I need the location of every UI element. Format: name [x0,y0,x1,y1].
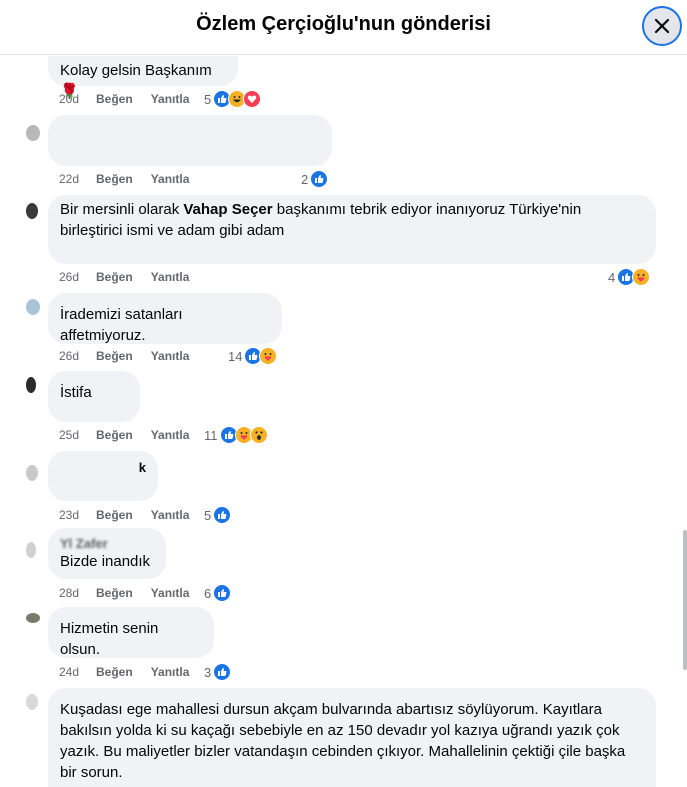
avatar[interactable] [26,203,38,219]
reaction-count: 6 [204,585,212,601]
comment-meta: 24d Beğen Yanıtla [59,663,189,681]
reaction-count: 5 [204,91,212,107]
comment-bubble [48,115,332,166]
comment-time[interactable]: 20d [59,92,96,106]
comment-text: Hizmetin senin olsun. [60,620,159,658]
comment-bubble: Hizmetin senin olsun. [48,607,214,658]
reaction-count: 2 [301,171,309,187]
comment-author[interactable]: k [60,457,146,478]
like-button[interactable]: Beğen [96,172,133,186]
like-button[interactable]: Beğen [96,586,133,600]
comment-text: Bizde inandık [60,553,151,570]
comment-bubble: Kolay gelsin Başkanım 🌹 [48,56,238,100]
comment-text: İrademizi satanları affetmiyoruz. [60,306,183,344]
reaction-summary[interactable]: 14 [228,347,278,365]
comment-text: İstifa [60,384,92,401]
reply-button[interactable]: Yanıtla [151,270,190,284]
like-button[interactable]: Beğen [96,349,133,363]
comment-bubble: Yl Zafer Bizde inandık [48,528,166,579]
comment-bubble: Kuşadası ege mahallesi dursun akçam bulv… [48,688,656,787]
reaction-summary[interactable]: 5 [204,506,232,524]
comment-bubble: İstifa [48,371,140,422]
avatar[interactable] [26,125,40,141]
reply-button[interactable]: Yanıtla [151,92,190,106]
reply-button[interactable]: Yanıtla [151,349,190,363]
mentioned-name[interactable]: Vahap Seçer [183,201,272,218]
dialog-header: Özlem Çerçioğlu'nun gönderisi [0,0,687,55]
comment-bubble: Bir mersinli olarak Vahap Seçer başkanım… [48,195,656,264]
like-reaction-icon [310,170,329,188]
scrollbar[interactable] [683,530,687,670]
reaction-summary[interactable]: 6 [204,584,232,602]
reaction-summary[interactable]: 2 [301,170,329,188]
love-reaction-icon [243,90,262,108]
reaction-summary[interactable]: 3 [204,663,232,681]
reply-button[interactable]: Yanıtla [151,508,190,522]
comment-meta: 22d Beğen Yanıtla [59,170,189,188]
comment-time[interactable]: 24d [59,665,96,679]
close-button[interactable] [642,6,682,46]
comment-bubble: k [48,451,158,501]
comment-meta: 26d Beğen Yanıtla [59,268,189,286]
comment-meta: 28d Beğen Yanıtla [59,584,189,602]
comment-time[interactable]: 26d [59,270,96,284]
reaction-count: 3 [204,664,212,680]
like-button[interactable]: Beğen [96,270,133,284]
close-icon [654,18,670,34]
comment-meta: 23d Beğen Yanıtla [59,506,189,524]
care-reaction-icon [259,347,278,365]
reaction-count: 4 [608,269,616,285]
reaction-summary[interactable]: 5 [204,90,262,108]
comment-author[interactable]: Yl Zafer [60,536,154,551]
care-reaction-icon [632,268,651,286]
like-reaction-icon [213,584,232,602]
dialog-title: Özlem Çerçioğlu'nun gönderisi [196,13,491,35]
reaction-count: 11 [204,427,218,443]
reply-button[interactable]: Yanıtla [151,428,190,442]
comment-time[interactable]: 23d [59,508,96,522]
avatar[interactable] [26,465,38,481]
comment-meta: 20d Beğen Yanıtla [59,90,189,108]
reaction-summary[interactable]: 11 [204,426,268,444]
wow-reaction-icon [249,426,268,444]
comment-time[interactable]: 26d [59,349,96,363]
comment-text: Kuşadası ege mahallesi dursun akçam bulv… [60,701,626,781]
reply-button[interactable]: Yanıtla [151,586,190,600]
like-button[interactable]: Beğen [96,92,133,106]
reaction-summary[interactable]: 4 [608,268,651,286]
avatar[interactable] [26,613,40,623]
comment-text: Bir mersinli olarak Vahap Seçer başkanım… [60,201,582,239]
avatar[interactable] [26,542,36,558]
comment-time[interactable]: 22d [59,172,96,186]
avatar[interactable] [26,299,40,315]
like-button[interactable]: Beğen [96,665,133,679]
like-button[interactable]: Beğen [96,428,133,442]
comment-bubble: İrademizi satanları affetmiyoruz. [48,293,282,344]
comment-time[interactable]: 25d [59,428,96,442]
like-reaction-icon [213,506,232,524]
like-reaction-icon [213,663,232,681]
reaction-count: 14 [228,348,243,364]
comment-meta: 25d Beğen Yanıtla [59,426,189,444]
comment-time[interactable]: 28d [59,586,96,600]
reply-button[interactable]: Yanıtla [151,665,190,679]
avatar[interactable] [26,694,38,710]
comment-meta: 26d Beğen Yanıtla [59,347,189,365]
reaction-count: 5 [204,507,212,523]
like-button[interactable]: Beğen [96,508,133,522]
reply-button[interactable]: Yanıtla [151,172,190,186]
avatar[interactable] [26,377,36,393]
